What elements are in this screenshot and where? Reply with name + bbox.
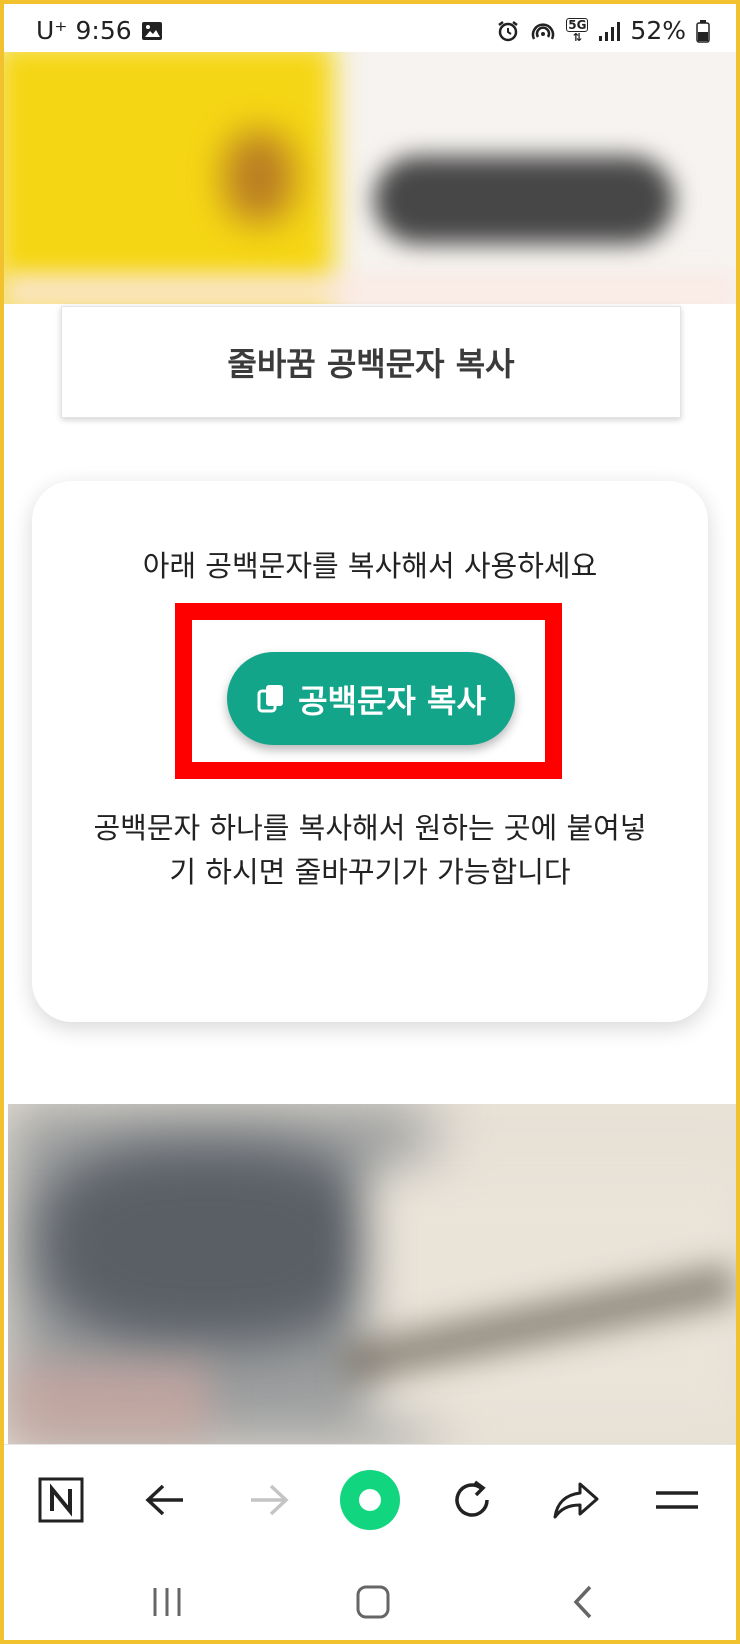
ad-image[interactable] [8,1104,736,1444]
share-icon[interactable] [541,1465,611,1535]
network-5g-icon: 5G ⇅ [566,17,589,44]
ad-banner[interactable] [4,52,736,304]
card-description: 공백문자 하나를 복사해서 원하는 곳에 붙여넣기 하시면 줄바꾸기가 가능합니… [93,811,647,889]
card-instruction: 아래 공백문자를 복사해서 사용하세요 [142,549,598,583]
recent-apps-icon[interactable] [132,1572,202,1632]
battery-label: 52% [630,16,686,45]
status-bar: U⁺ 9:56 5G ⇅ 52% [0,0,740,58]
battery-icon [696,19,710,43]
signal-icon [598,20,621,42]
clock: 9:56 [75,16,132,45]
copy-button-label: 공백문자 복사 [298,681,486,720]
copy-card: 아래 공백문자를 복사해서 사용하세요 공백문자 복사 공백문자 하나를 복사해… [32,481,708,1022]
page-title: 줄바꿈 공백문자 복사 [61,306,681,418]
menu-icon[interactable] [642,1465,712,1535]
gallery-icon [140,19,164,43]
system-nav-bar [0,1554,740,1644]
browser-toolbar [0,1444,740,1555]
forward-arrow-icon[interactable] [234,1465,304,1535]
back-arrow-icon[interactable] [130,1465,200,1535]
back-icon[interactable] [548,1572,618,1632]
copy-whitespace-button[interactable]: 공백문자 복사 [227,652,515,745]
alarm-icon [496,19,520,43]
home-icon[interactable] [338,1572,408,1632]
naver-home-icon[interactable] [26,1465,96,1535]
green-dot-icon[interactable] [335,1465,405,1535]
copy-icon [256,682,288,716]
hotspot-icon [530,19,556,43]
refresh-icon[interactable] [437,1465,507,1535]
carrier-label: U⁺ [36,16,68,45]
network-5g-label: 5G [566,17,589,32]
